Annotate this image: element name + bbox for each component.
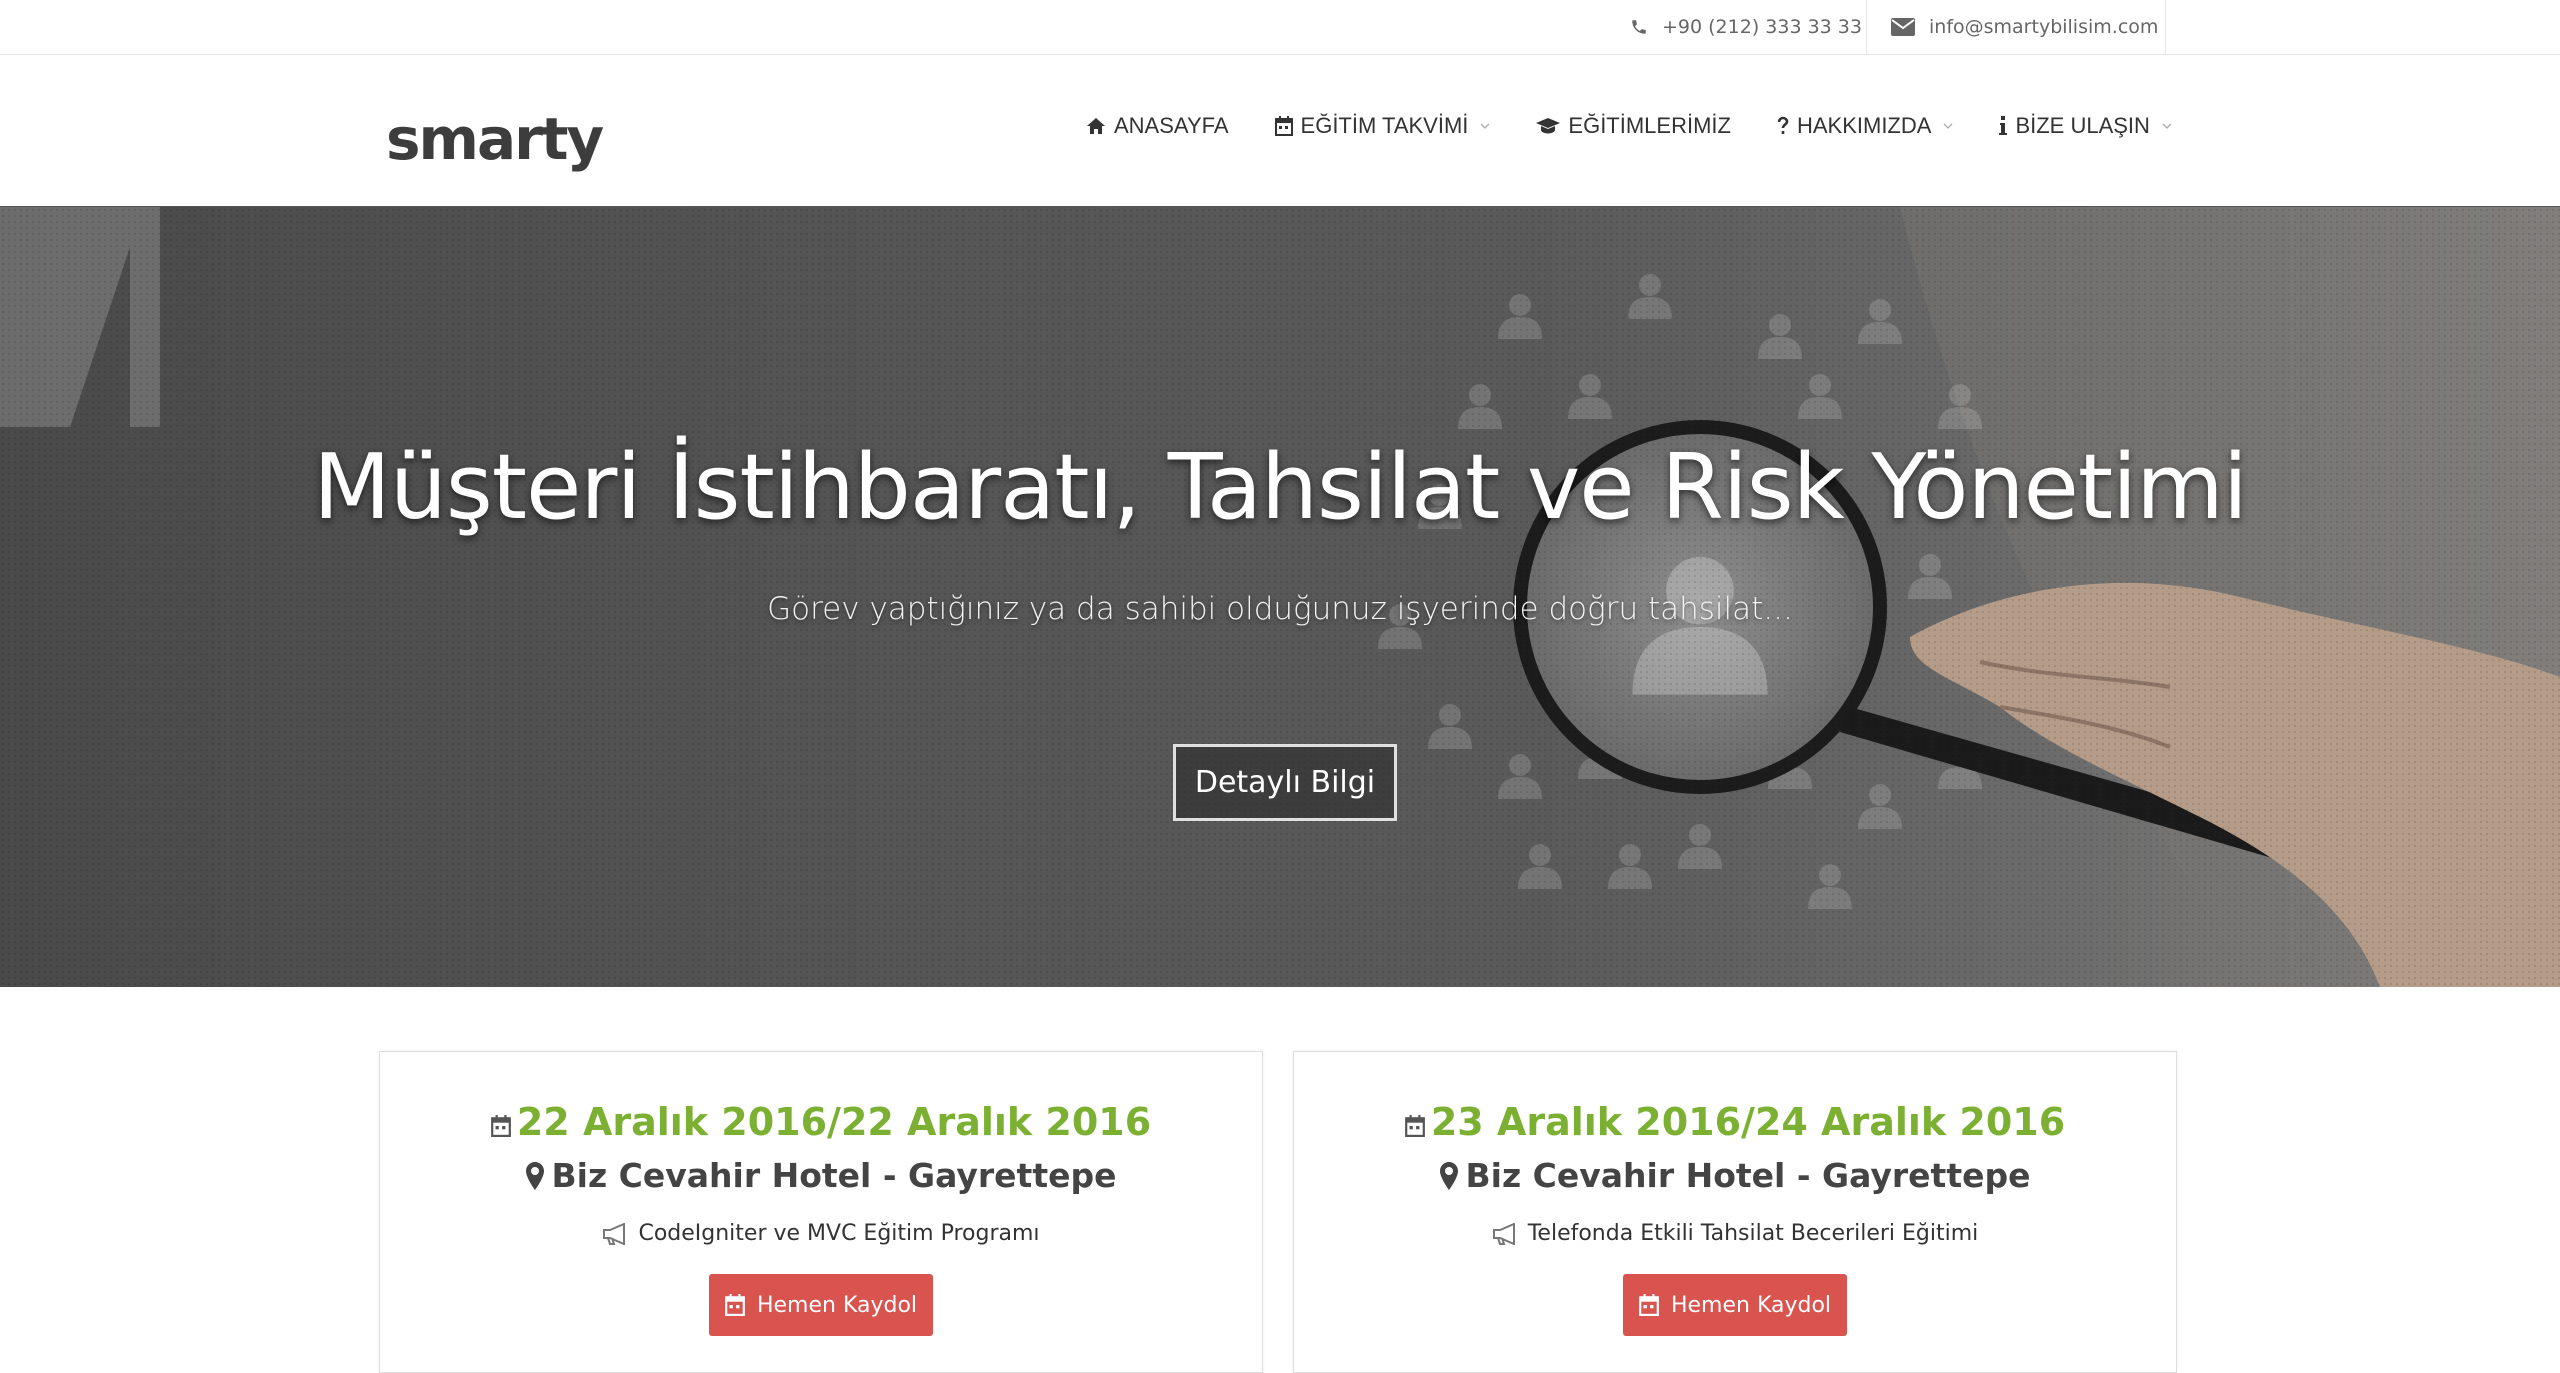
map-marker-icon	[1439, 1161, 1458, 1190]
main-nav: ANASAYFA EĞİTİM TAKVİMİ EĞİTİMLERİMİZ HA…	[1086, 113, 2218, 139]
bullhorn-icon	[1492, 1222, 1515, 1245]
nav-label: HAKKIMIZDA	[1796, 113, 1932, 138]
main-header: smarty ANASAYFA EĞİTİM TAKVİMİ EĞİTİMLER…	[0, 55, 2560, 208]
top-info-bar: +90 (212) 333 33 33 info@smartybilisim.c…	[0, 0, 2560, 55]
calendar-icon	[1274, 116, 1293, 136]
chevron-down-icon	[2162, 123, 2172, 129]
event-card: 22 Aralık 2016/22 Aralık 2016 Biz Cevahi…	[379, 1051, 1263, 1373]
event-location: Biz Cevahir Hotel - Gayrettepe	[1465, 1156, 2031, 1195]
bullhorn-icon	[603, 1222, 626, 1245]
nav-label: ANASAYFA	[1114, 113, 1229, 138]
event-date: 22 Aralık 2016/22 Aralık 2016	[516, 1100, 1152, 1144]
details-button[interactable]: Detaylı Bilgi	[1173, 744, 1397, 821]
phone-number: +90 (212) 333 33 33	[1662, 16, 1862, 38]
event-program: Telefonda Etkili Tahsilat Becerileri Eği…	[1527, 1221, 1979, 1246]
event-location-row: Biz Cevahir Hotel - Gayrettepe	[1294, 1156, 2176, 1195]
register-button-label: Hemen Kaydol	[756, 1292, 918, 1318]
chevron-down-icon	[1943, 123, 1953, 129]
map-marker-icon	[525, 1161, 544, 1190]
email-address: info@smartybilisim.com	[1929, 16, 2159, 38]
email-contact[interactable]: info@smartybilisim.com	[1866, 0, 2166, 54]
event-program: CodeIgniter ve MVC Eğitim Programı	[638, 1221, 1040, 1246]
event-card: 23 Aralık 2016/24 Aralık 2016 Biz Cevahi…	[1293, 1051, 2177, 1373]
event-date-row: 23 Aralık 2016/24 Aralık 2016	[1294, 1100, 2176, 1144]
nav-item-anasayfa[interactable]: ANASAYFA	[1086, 113, 1229, 139]
chevron-down-icon	[1480, 123, 1490, 129]
hero-title: Müşteri İstihbaratı, Tahsilat ve Risk Yö…	[313, 435, 2248, 540]
nav-label: EĞİTİM TAKVİMİ	[1300, 113, 1469, 138]
nav-item-egitimlerimiz[interactable]: EĞİTİMLERİMİZ	[1536, 113, 1731, 139]
hero-subtitle: Görev yaptığınız ya da sahibi olduğunuz …	[767, 591, 1793, 627]
register-button-label: Hemen Kaydol	[1670, 1292, 1832, 1318]
register-button[interactable]: Hemen Kaydol	[1623, 1274, 1847, 1336]
envelope-icon	[1891, 18, 1915, 36]
nav-label: EĞİTİMLERİMİZ	[1568, 113, 1731, 138]
event-program-row: CodeIgniter ve MVC Eğitim Programı	[380, 1221, 1262, 1246]
register-button[interactable]: Hemen Kaydol	[709, 1274, 933, 1336]
calendar-icon	[1639, 1294, 1659, 1316]
event-date: 23 Aralık 2016/24 Aralık 2016	[1430, 1100, 2066, 1144]
nav-label: BİZE ULAŞIN	[2015, 113, 2150, 138]
calendar-icon	[725, 1294, 745, 1316]
info-icon	[1999, 116, 2008, 135]
nav-item-hakkimizda[interactable]: HAKKIMIZDA	[1777, 113, 1953, 139]
nav-item-egitim-takvimi[interactable]: EĞİTİM TAKVİMİ	[1274, 113, 1491, 139]
event-location: Biz Cevahir Hotel - Gayrettepe	[551, 1156, 1117, 1195]
nav-item-bize-ulasin[interactable]: BİZE ULAŞIN	[1999, 113, 2172, 139]
calendar-icon	[1404, 1115, 1425, 1137]
event-date-row: 22 Aralık 2016/22 Aralık 2016	[380, 1100, 1262, 1144]
graduation-cap-icon	[1536, 118, 1561, 134]
phone-icon	[1632, 20, 1646, 34]
home-icon	[1087, 118, 1105, 134]
question-icon	[1777, 116, 1789, 134]
calendar-icon	[490, 1115, 511, 1137]
hero-slider: Müşteri İstihbaratı, Tahsilat ve Risk Yö…	[0, 207, 2560, 987]
event-program-row: Telefonda Etkili Tahsilat Becerileri Eği…	[1294, 1221, 2176, 1246]
event-location-row: Biz Cevahir Hotel - Gayrettepe	[380, 1156, 1262, 1195]
phone-contact[interactable]: +90 (212) 333 33 33	[1630, 0, 1866, 54]
site-logo[interactable]: smarty	[386, 105, 604, 173]
